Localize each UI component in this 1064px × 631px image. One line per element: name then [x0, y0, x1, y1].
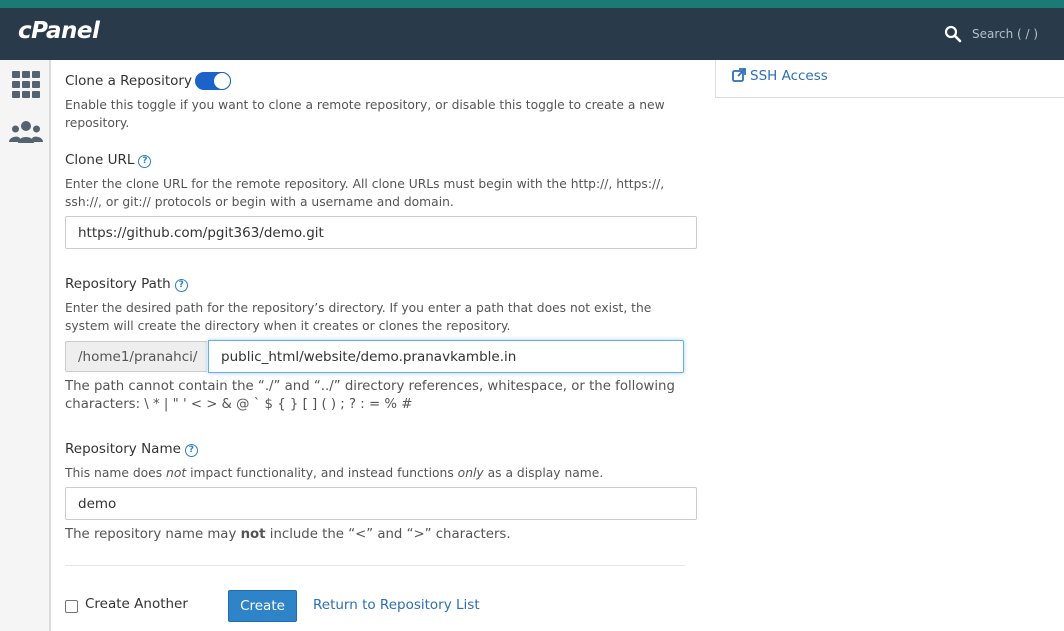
repository-name-desc-emphasis: only: [457, 466, 484, 480]
sidebar: [0, 60, 51, 631]
help-icon[interactable]: ?: [184, 444, 198, 457]
create-another-label[interactable]: Create Another: [85, 596, 188, 612]
return-to-repository-list-link[interactable]: Return to Repository List: [313, 597, 480, 613]
repository-name-desc-part: impact functionality, and instead functi…: [186, 466, 458, 480]
repository-name-label: Repository Name?: [65, 441, 198, 457]
repository-name-description: This name does not impact functionality,…: [65, 464, 695, 482]
grid-icon[interactable]: [9, 70, 43, 100]
main-content: Clone a Repository Enable this toggle if…: [50, 60, 1064, 631]
ssh-access-label: SSH Access: [750, 68, 828, 84]
repository-path-prefix: /home1/pranahci/: [65, 341, 207, 372]
users-icon[interactable]: [9, 118, 43, 148]
repository-name-note-part: include the “<” and “>” characters.: [265, 527, 511, 542]
repository-path-label-text: Repository Path: [65, 276, 171, 292]
top-header: cPanel: [0, 8, 1064, 60]
clone-url-label: Clone URL?: [65, 152, 152, 168]
repository-name-desc-emphasis: not: [166, 466, 187, 480]
clone-repository-label: Clone a Repository: [65, 73, 192, 89]
help-icon[interactable]: ?: [138, 155, 152, 168]
repository-name-note-strong: not: [240, 527, 266, 542]
form-divider: [65, 565, 685, 566]
repository-name-desc-part: as a display name.: [483, 466, 604, 480]
top-accent-stripe: [0, 0, 1064, 8]
repository-path-label: Repository Path?: [65, 276, 188, 292]
toggle-knob: [214, 73, 230, 89]
ssh-access-link[interactable]: SSH Access: [732, 68, 828, 84]
repository-name-note-part: The repository name may: [65, 527, 241, 542]
clone-repository-toggle[interactable]: [195, 72, 231, 90]
clone-repository-description: Enable this toggle if you want to clone …: [65, 98, 665, 130]
search-icon[interactable]: [944, 25, 962, 43]
create-another-checkbox[interactable]: [65, 600, 78, 613]
external-link-icon: [732, 68, 746, 82]
repository-path-input[interactable]: [208, 340, 684, 373]
repository-path-description: Enter the desired path for the repositor…: [65, 301, 652, 333]
search-input[interactable]: [972, 24, 1054, 44]
repository-path-note: The path cannot contain the “./” and “..…: [65, 379, 675, 412]
clone-url-input[interactable]: [65, 216, 697, 249]
clone-url-label-text: Clone URL: [65, 152, 135, 168]
create-button[interactable]: Create: [228, 590, 297, 622]
help-icon[interactable]: ?: [174, 279, 188, 292]
repository-name-desc-part: This name does: [65, 466, 167, 480]
repository-name-label-text: Repository Name: [65, 441, 181, 457]
search-box[interactable]: [944, 23, 1054, 45]
repository-name-note: The repository name may not include the …: [65, 526, 705, 544]
cpanel-logo[interactable]: cPanel: [18, 18, 100, 44]
clone-url-description: Enter the clone URL for the remote repos…: [65, 177, 665, 209]
right-panel: SSH Access: [715, 60, 1064, 98]
repository-name-input[interactable]: [65, 487, 697, 520]
